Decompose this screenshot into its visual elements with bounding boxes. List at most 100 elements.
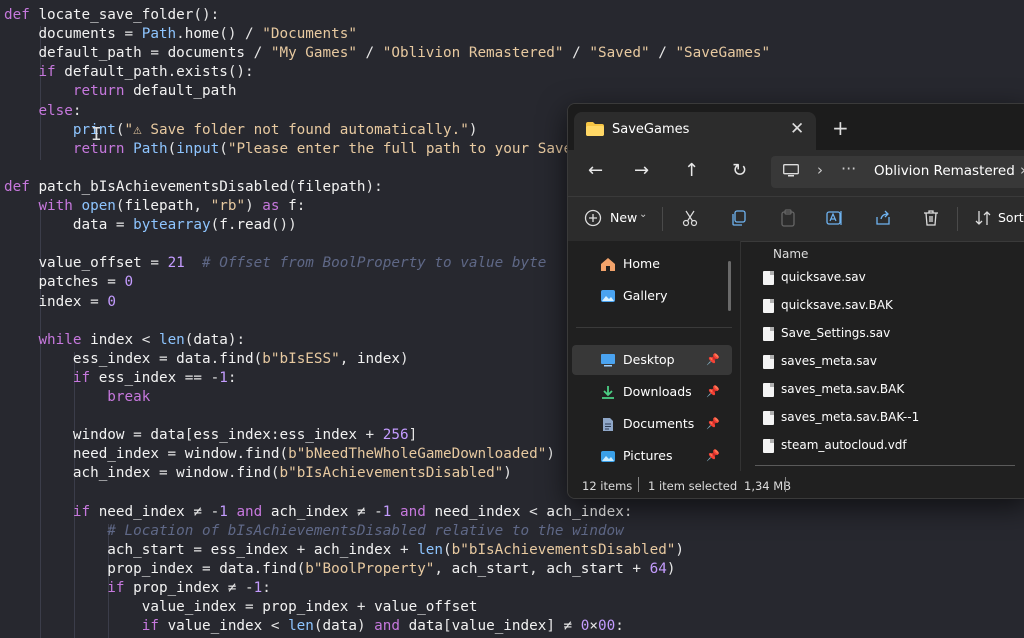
file-row[interactable]: steam_autocloud.vdf: [755, 433, 1024, 461]
code-line[interactable]: with open(filepath, "rb") as f:: [4, 197, 305, 216]
sort-icon[interactable]: [974, 209, 992, 227]
file-icon: [763, 411, 774, 425]
pin-icon[interactable]: 📌: [706, 385, 720, 398]
delete-icon[interactable]: [922, 209, 940, 227]
code-line[interactable]: ach_start = ess_index + ach_index + len(…: [4, 541, 684, 560]
code-line[interactable]: ach_index = window.find(b"bIsAchievement…: [4, 464, 512, 483]
file-icon: [763, 355, 774, 369]
code-line[interactable]: while index < len(data):: [4, 331, 245, 350]
file-name: saves_meta.sav.BAK--1: [781, 410, 920, 424]
share-icon[interactable]: [874, 209, 892, 227]
status-divider: [638, 477, 639, 492]
folder-icon: [586, 122, 604, 136]
text-cursor-icon: I: [91, 124, 102, 145]
gallery-icon: [601, 290, 615, 302]
address-bar[interactable]: › ··· Oblivion Remastered ›: [771, 156, 1024, 188]
file-row[interactable]: quicksave.sav: [755, 265, 1024, 293]
breadcrumb-separator[interactable]: ›: [1020, 161, 1024, 179]
sidebar-item-gallery[interactable]: Gallery: [572, 281, 732, 311]
file-name: quicksave.sav: [781, 270, 866, 284]
code-line[interactable]: if prop_index ≠ -1:: [4, 579, 271, 598]
pin-icon[interactable]: 📌: [706, 449, 720, 462]
sidebar-item-label: Downloads: [623, 384, 692, 399]
file-name: Save_Settings.sav: [781, 326, 891, 340]
status-bar: 12 items 1 item selected 1,34 MB: [568, 474, 1024, 498]
code-line[interactable]: need_index = window.find(b"bNeedTheWhole…: [4, 445, 555, 464]
tab-title: SaveGames: [612, 122, 690, 137]
item-count: 12 items: [582, 479, 633, 493]
file-explorer-window[interactable]: SaveGames ✕ + ← → ↑ ↻ › ··· Oblivion Rem…: [567, 103, 1024, 499]
pin-icon[interactable]: 📌: [706, 417, 720, 430]
breadcrumb-separator[interactable]: ›: [817, 161, 823, 179]
rename-icon[interactable]: [826, 209, 844, 227]
close-tab-button[interactable]: ✕: [790, 119, 804, 139]
list-divider: [755, 465, 1015, 466]
forward-button[interactable]: →: [634, 160, 649, 181]
file-row[interactable]: Save_Settings.sav: [755, 321, 1024, 349]
code-line[interactable]: # Location of bIsAchievementsDisabled re…: [4, 522, 623, 541]
back-button[interactable]: ←: [588, 160, 603, 181]
navigation-bar: ← → ↑ ↻ › ··· Oblivion Remastered ›: [568, 150, 1024, 196]
this-pc-icon[interactable]: [783, 164, 799, 177]
column-header-name[interactable]: Name: [773, 247, 808, 261]
code-line[interactable]: if ess_index == -1:: [4, 369, 237, 388]
file-name: steam_autocloud.vdf: [781, 438, 907, 452]
code-line[interactable]: default_path = documents / "My Games" / …: [4, 44, 770, 63]
file-icon: [763, 299, 774, 313]
sort-button[interactable]: Sort: [998, 210, 1024, 225]
code-line[interactable]: index = 0: [4, 293, 115, 312]
code-line[interactable]: window = data[ess_index:ess_index + 256]: [4, 426, 417, 445]
sidebar-item-label: Home: [623, 256, 660, 271]
sidebar-item-pictures[interactable]: Pictures 📌: [572, 441, 732, 471]
code-line[interactable]: if need_index ≠ -1 and ach_index ≠ -1 an…: [4, 503, 633, 522]
file-row[interactable]: quicksave.sav.BAK: [755, 293, 1024, 321]
up-button[interactable]: ↑: [684, 160, 699, 181]
sidebar-item-label: Desktop: [623, 352, 675, 367]
code-line[interactable]: if value_index < len(data) and data[valu…: [4, 617, 624, 636]
code-line[interactable]: value_index = prop_index + value_offset: [4, 598, 478, 617]
file-name: saves_meta.sav: [781, 354, 877, 368]
toolbar-divider: [957, 207, 958, 231]
code-line[interactable]: value_offset = 21 # Offset from BoolProp…: [4, 254, 546, 273]
sidebar-item-home[interactable]: Home: [572, 249, 732, 279]
code-line[interactable]: prop_index = data.find(b"BoolProperty", …: [4, 560, 675, 579]
sidebar-item-desktop[interactable]: Desktop 📌: [572, 345, 732, 375]
new-plus-icon[interactable]: [584, 209, 602, 227]
sidebar-item-downloads[interactable]: Downloads 📌: [572, 377, 732, 407]
refresh-button[interactable]: ↻: [732, 160, 747, 181]
code-line[interactable]: data = bytearray(f.read()): [4, 216, 297, 235]
code-line[interactable]: if default_path.exists():: [4, 63, 253, 82]
pictures-icon: [601, 451, 615, 462]
paste-icon[interactable]: [779, 209, 797, 227]
cut-icon[interactable]: [681, 209, 699, 227]
command-bar: New ⌄ Sort: [568, 196, 1024, 242]
downloads-icon: [602, 386, 614, 399]
copy-icon[interactable]: [730, 209, 748, 227]
tab-savegames[interactable]: SaveGames ✕: [574, 112, 816, 150]
chevron-down-icon[interactable]: ⌄: [639, 209, 647, 220]
pin-icon[interactable]: 📌: [706, 353, 720, 366]
title-bar: SaveGames ✕ +: [568, 104, 1024, 150]
code-line[interactable]: return Path(input("Please enter the full…: [4, 140, 572, 159]
code-line[interactable]: return default_path: [4, 82, 237, 101]
code-line[interactable]: ess_index = data.find(b"bIsESS", index): [4, 350, 409, 369]
status-divider: [785, 477, 786, 492]
new-button[interactable]: New: [610, 210, 637, 225]
selection-count: 1 item selected: [648, 479, 738, 493]
sidebar-item-documents[interactable]: Documents 📌: [572, 409, 732, 439]
new-tab-button[interactable]: +: [832, 116, 849, 140]
code-line[interactable]: documents = Path.home() / "Documents": [4, 25, 357, 44]
file-row[interactable]: saves_meta.sav: [755, 349, 1024, 377]
code-line[interactable]: def patch_bIsAchievementsDisabled(filepa…: [4, 178, 383, 197]
code-line[interactable]: else:: [4, 102, 81, 121]
breadcrumb-overflow[interactable]: ···: [841, 159, 856, 178]
toolbar-divider: [662, 207, 663, 231]
breadcrumb-oblivion-remastered[interactable]: Oblivion Remastered: [874, 163, 1015, 179]
code-line[interactable]: print("⚠ Save folder not found automatic…: [4, 121, 478, 140]
code-line[interactable]: def locate_save_folder():: [4, 6, 219, 25]
code-line[interactable]: patches = 0: [4, 273, 133, 292]
sidebar-item-label: Pictures: [623, 448, 673, 463]
file-row[interactable]: saves_meta.sav.BAK: [755, 377, 1024, 405]
code-line[interactable]: break: [4, 388, 150, 407]
file-row[interactable]: saves_meta.sav.BAK--1: [755, 405, 1024, 433]
